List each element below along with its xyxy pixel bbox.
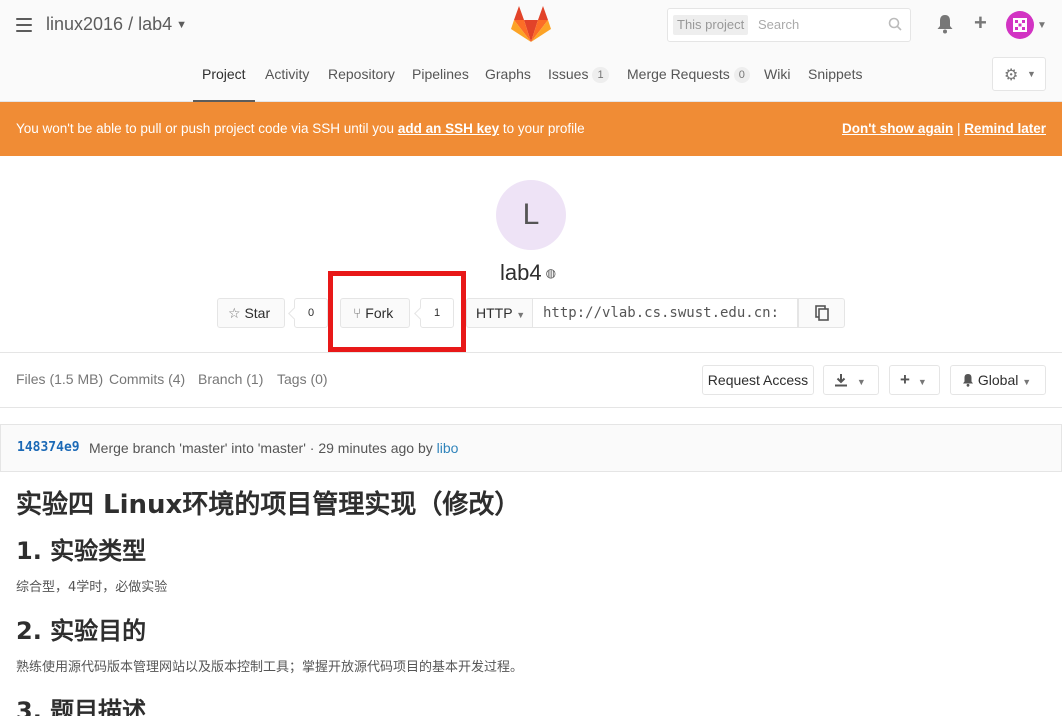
notification-level-dropdown[interactable]: Global ▼ [950,365,1046,395]
divider [0,407,1062,408]
notifications-bell-icon[interactable] [936,14,954,34]
tab-merge-requests[interactable]: Merge Requests 0 [627,64,750,102]
project-breadcrumb[interactable]: linux2016 / lab4 ▼ [46,14,187,35]
alert-message: You won't be able to pull or push projec… [16,121,585,136]
new-item-plus-icon[interactable]: + [974,12,987,34]
request-access-button[interactable]: Request Access [702,365,814,395]
project-avatar: L [496,180,566,250]
copy-url-button[interactable] [798,298,845,328]
readme-paragraph-type: 综合型，4学时，必做实验 [16,580,168,595]
tab-issues[interactable]: Issues 1 [548,64,609,102]
download-icon [835,374,847,387]
readme-heading-desc: 3. 题目描述 [16,697,147,716]
gear-icon: ⚙ [1004,67,1019,84]
search-input[interactable]: Search [758,17,799,32]
star-icon: ☆ [228,305,241,321]
top-bar: linux2016 / lab4 ▼ This project Search + … [0,0,1062,102]
user-avatar[interactable] [1005,10,1035,40]
user-menu-chevron-icon[interactable]: ▼ [1037,20,1047,31]
search-icon [888,17,902,31]
divider [0,352,1062,353]
tab-graphs[interactable]: Graphs [485,64,531,102]
readme-heading-goal: 2. 实验目的 [16,617,147,645]
tags-stat-link[interactable]: Tags (0) [277,371,328,387]
public-globe-icon: ◍ [545,266,557,280]
project-path: linux2016 / lab4 [46,14,173,34]
remind-later-link[interactable]: Remind later [964,121,1046,136]
dont-show-again-link[interactable]: Don't show again [842,121,953,136]
commit-author-link[interactable]: libo [437,440,459,456]
project-title: lab4 ◍ [500,260,557,285]
chevron-down-icon: ▼ [856,377,866,387]
readme-content: 实验四 Linux环境的项目管理实现（修改） 1. 实验类型 综合型，4学时，必… [16,484,1046,716]
hamburger-menu-icon[interactable] [16,18,32,32]
plus-icon: + [900,370,910,389]
readme-heading-type: 1. 实验类型 [16,537,147,565]
bell-icon [963,374,973,387]
clipboard-icon [815,305,829,321]
readme-paragraph-goal: 熟练使用源代码版本管理网站以及版本控制工具；掌握开放源代码项目的基本开发过程。 [16,660,524,675]
commit-sha-link[interactable]: 148374e9 [17,440,80,455]
branch-stat-link[interactable]: Branch (1) [198,371,263,387]
readme-title: 实验四 Linux环境的项目管理实现（修改） [16,490,521,520]
tab-snippets[interactable]: Snippets [808,64,862,102]
project-settings-button[interactable]: ⚙ ▼ [992,57,1046,91]
tab-activity[interactable]: Activity [265,64,309,102]
last-commit-bar: 148374e9 Merge branch 'master' into 'mas… [0,424,1062,472]
alert-actions: Don't show again | Remind later [841,121,1046,136]
ssh-key-alert: You won't be able to pull or push projec… [0,102,1062,156]
chevron-down-icon: ▼ [1027,69,1036,79]
chevron-down-icon: ▼ [516,310,526,320]
star-count[interactable]: 0 [294,298,328,328]
search-scope-label: This project [673,15,749,35]
search-box[interactable]: This project Search [667,8,911,42]
tab-pipelines[interactable]: Pipelines [412,64,469,102]
project-nav: Project Activity Repository Pipelines Gr… [0,64,1062,102]
star-button[interactable]: ☆ Star [217,298,285,328]
chevron-down-icon: ▼ [176,19,187,31]
tab-wiki[interactable]: Wiki [764,64,790,102]
download-button[interactable]: ▼ [823,365,879,395]
add-ssh-key-link[interactable]: add an SSH key [398,121,499,136]
commit-message: Merge branch 'master' into 'master' · 29… [89,440,459,456]
fork-highlight-box [328,271,466,352]
issues-count-badge: 1 [592,67,609,83]
add-dropdown-button[interactable]: + ▼ [889,365,940,395]
tab-repository[interactable]: Repository [328,64,395,102]
commits-stat-link[interactable]: Commits (4) [109,371,185,387]
tab-project[interactable]: Project [193,64,255,102]
files-stat-link[interactable]: Files (1.5 MB) [16,371,103,387]
chevron-down-icon: ▼ [917,377,927,387]
merge-requests-count-badge: 0 [733,67,750,83]
chevron-down-icon: ▼ [1022,377,1032,387]
clone-url-input[interactable]: http://vlab.cs.swust.edu.cn: [532,298,798,328]
clone-protocol-dropdown[interactable]: HTTP ▼ [466,298,533,328]
gitlab-logo-icon[interactable] [511,6,551,44]
